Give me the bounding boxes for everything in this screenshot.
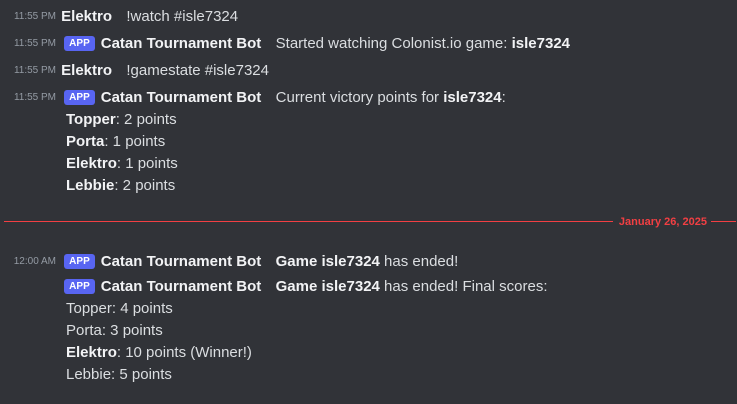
message-row: APP Catan Tournament Bot Game isle7324 ha… (0, 276, 547, 298)
score-line: Topper: 4 points (66, 298, 173, 320)
player-score: : 1 points (104, 133, 166, 150)
message-text: has ended! (379, 253, 459, 270)
player-name: Elektro (66, 344, 117, 361)
score-text: Lebbie: 5 points (66, 366, 172, 383)
message-bold: isle7324 (443, 89, 502, 106)
divider-date: January 26, 2025 (612, 214, 711, 230)
message-row: 11:55 PM Elektro !watch #isle7324 (0, 6, 238, 28)
timestamp: 11:55 PM (13, 92, 56, 103)
score-text: Porta: 3 points (66, 322, 163, 339)
message-text: !gamestate #isle7324 (126, 62, 269, 79)
score-text: Topper: 4 points (66, 300, 173, 317)
timestamp: 11:55 PM (13, 38, 56, 49)
player-score: : 1 points (116, 155, 178, 172)
message-row: 11:55 PM Elektro !gamestate #isle7324 (0, 60, 269, 82)
bot-username[interactable]: Catan Tournament Bot (101, 35, 262, 52)
app-badge: APP (64, 36, 95, 51)
score-line: Elektro: 1 points (66, 153, 178, 175)
bot-username[interactable]: Catan Tournament Bot (101, 278, 262, 295)
message-text: Started watching Colonist.io game: (275, 35, 512, 52)
message-bold: isle7324 (511, 35, 570, 52)
timestamp: 11:55 PM (13, 65, 56, 76)
score-line: Lebbie: 2 points (66, 175, 175, 197)
score-line: Elektro: 10 points (Winner!) (66, 342, 252, 364)
player-score: : 2 points (115, 111, 177, 128)
message-row: 11:55 PM APP Catan Tournament Bot Started… (0, 33, 570, 55)
bot-username[interactable]: Catan Tournament Bot (101, 253, 262, 270)
timestamp: 11:55 PM (13, 11, 56, 22)
score-line: Topper: 2 points (66, 109, 177, 131)
score-line: Porta: 1 points (66, 131, 165, 153)
player-name: Porta (66, 133, 105, 150)
message-text-end: : (501, 89, 506, 106)
timestamp: 12:00 AM (13, 256, 56, 267)
score-line: Porta: 3 points (66, 320, 163, 342)
app-badge: APP (64, 279, 95, 294)
message-bold: Game isle7324 (275, 253, 380, 270)
player-score: : 2 points (114, 177, 176, 194)
chat-log: 11:55 PM Elektro !watch #isle7324 11:55 … (0, 0, 737, 404)
player-name: Lebbie (66, 177, 115, 194)
app-badge: APP (64, 254, 95, 269)
player-name: Topper (66, 111, 116, 128)
username[interactable]: Elektro (61, 8, 112, 25)
message-bold: Game isle7324 (275, 278, 380, 295)
app-badge: APP (64, 90, 95, 105)
message-row: 11:55 PM APP Catan Tournament Bot Current… (0, 87, 506, 109)
message-text: has ended! Final scores: (379, 278, 548, 295)
message-text: Current victory points for (275, 89, 444, 106)
player-name: Elektro (66, 155, 117, 172)
player-score: : 10 points (Winner!) (116, 344, 252, 361)
bot-username[interactable]: Catan Tournament Bot (101, 89, 262, 106)
message-row: 12:00 AM APP Catan Tournament Bot Game is… (0, 251, 459, 273)
score-line: Lebbie: 5 points (66, 364, 172, 386)
username[interactable]: Elektro (61, 62, 112, 79)
message-text: !watch #isle7324 (126, 8, 239, 25)
